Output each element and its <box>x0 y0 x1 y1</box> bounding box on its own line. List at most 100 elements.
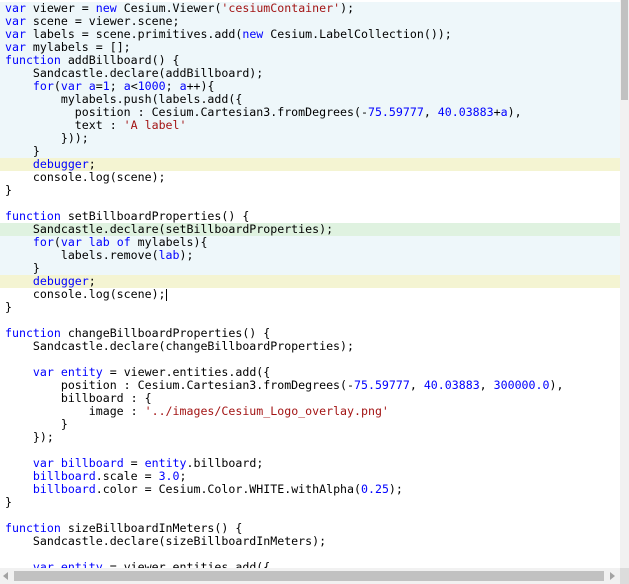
code-token: 75.59777 <box>367 105 424 119</box>
code-token: a <box>179 79 187 93</box>
code-token: 0.25 <box>361 482 389 496</box>
code-token: var <box>5 14 26 28</box>
code-token: function <box>5 326 61 340</box>
code-token: console.log(scene); <box>5 170 166 184</box>
code-token: 'cesiumContainer' <box>221 1 341 15</box>
code-token: = <box>123 456 145 470</box>
code-token: .scale = <box>95 469 159 483</box>
code-line[interactable]: billboard.color = Cesium.Color.WHITE.wit… <box>0 483 620 496</box>
code-line[interactable]: Sandcastle.declare(sizeBillboardInMeters… <box>0 535 620 548</box>
code-line[interactable]: Sandcastle.declare(changeBillboardProper… <box>0 340 620 353</box>
code-token: of <box>116 235 131 249</box>
code-line[interactable]: text : 'A label' <box>0 119 620 132</box>
code-token: position : Cesium.Cartesian3.fromDegrees… <box>5 378 355 392</box>
code-line[interactable]: labels.remove(lab); <box>0 249 620 262</box>
code-token: 1000 <box>137 79 166 93</box>
code-line[interactable]: } <box>0 301 620 314</box>
code-token: setBillboardProperties() { <box>60 209 250 223</box>
code-token: } <box>5 144 40 158</box>
code-token: , <box>423 105 438 119</box>
code-line[interactable]: } <box>0 418 620 431</box>
code-token: billboard <box>60 456 124 470</box>
vertical-scrollbar[interactable] <box>620 0 629 568</box>
code-line[interactable]: console.log(scene); <box>0 288 620 301</box>
code-token: ); <box>388 482 403 496</box>
code-token: , <box>409 378 424 392</box>
code-token: new <box>95 1 117 15</box>
code-token: text : <box>5 118 124 132</box>
code-token: a <box>500 105 508 119</box>
code-token: a <box>123 79 131 93</box>
code-token: var <box>60 235 82 249</box>
code-token: 3.0 <box>158 469 180 483</box>
code-token: } <box>5 261 40 275</box>
code-token: .billboard; <box>186 456 264 470</box>
code-token: ); <box>179 248 194 262</box>
code-token: var <box>5 1 26 15</box>
code-token: viewer = <box>25 1 96 15</box>
code-token: ; <box>165 79 180 93</box>
code-line[interactable]: image : '../images/Cesium_Logo_overlay.p… <box>0 405 620 418</box>
code-token: sizeBillboardInMeters() { <box>60 521 243 535</box>
code-token: billboard : { <box>5 391 152 405</box>
code-token: + <box>493 105 501 119</box>
horizontal-scrollbar-thumb[interactable] <box>14 571 604 581</box>
code-token: var <box>60 79 82 93</box>
code-token: new <box>242 27 264 41</box>
code-token: billboard <box>32 469 96 483</box>
vertical-scrollbar-thumb[interactable] <box>621 0 628 100</box>
code-token: ); <box>340 1 355 15</box>
scroll-left-arrow-icon[interactable] <box>3 572 8 580</box>
code-token: 'A label' <box>123 118 187 132</box>
code-token: ; <box>109 79 124 93</box>
code-token: .color = Cesium.Color.WHITE.withAlpha( <box>95 482 361 496</box>
code-token: Sandcastle.declare(setBillboardPropertie… <box>5 222 334 236</box>
code-token: , <box>479 378 494 392</box>
code-token: 40.03883 <box>423 378 480 392</box>
code-token: lab <box>158 248 180 262</box>
code-token: billboard <box>32 482 96 496</box>
code-token: = viewer.entities.add({ <box>102 560 271 569</box>
code-line[interactable]: var entity = viewer.entities.add({ <box>0 560 620 569</box>
code-token: debugger <box>32 157 89 171</box>
code-token: mylabels = []; <box>25 40 131 54</box>
code-token: entity <box>144 456 187 470</box>
code-token: < <box>130 79 138 93</box>
code-token: 40.03883 <box>437 105 494 119</box>
code-token: } <box>5 183 12 197</box>
code-token: 75.59777 <box>354 378 410 392</box>
scroll-right-arrow-icon[interactable] <box>610 572 615 580</box>
code-line[interactable]: console.log(scene); <box>0 171 620 184</box>
code-token: ), <box>507 105 522 119</box>
code-token: entity <box>60 560 103 569</box>
horizontal-scrollbar[interactable] <box>0 568 620 584</box>
code-token: = viewer.entities.add({ <box>102 365 271 379</box>
code-token: labels.remove( <box>5 248 159 262</box>
code-token: ( <box>53 79 61 93</box>
code-line[interactable]: }); <box>0 431 620 444</box>
code-token: Sandcastle.declare(changeBillboardProper… <box>5 339 355 353</box>
code-token: for <box>32 79 54 93</box>
code-token: }); <box>5 430 54 444</box>
code-line[interactable]: } <box>0 184 620 197</box>
code-line[interactable]: })); <box>0 132 620 145</box>
code-token: Cesium.LabelCollection()); <box>263 27 452 41</box>
code-token: var <box>32 560 54 569</box>
code-token: })); <box>5 131 89 145</box>
code-editor[interactable]: var viewer = new Cesium.Viewer('cesiumCo… <box>0 0 620 568</box>
code-token: lab <box>88 235 110 249</box>
text-cursor <box>165 288 167 301</box>
code-line[interactable]: } <box>0 496 620 509</box>
code-token: = <box>95 79 103 93</box>
code-token: function <box>5 521 61 535</box>
code-token: console.log(scene); <box>5 287 166 301</box>
code-token: ; <box>88 274 96 288</box>
scrollbar-corner <box>620 568 629 584</box>
code-token: var <box>32 365 54 379</box>
